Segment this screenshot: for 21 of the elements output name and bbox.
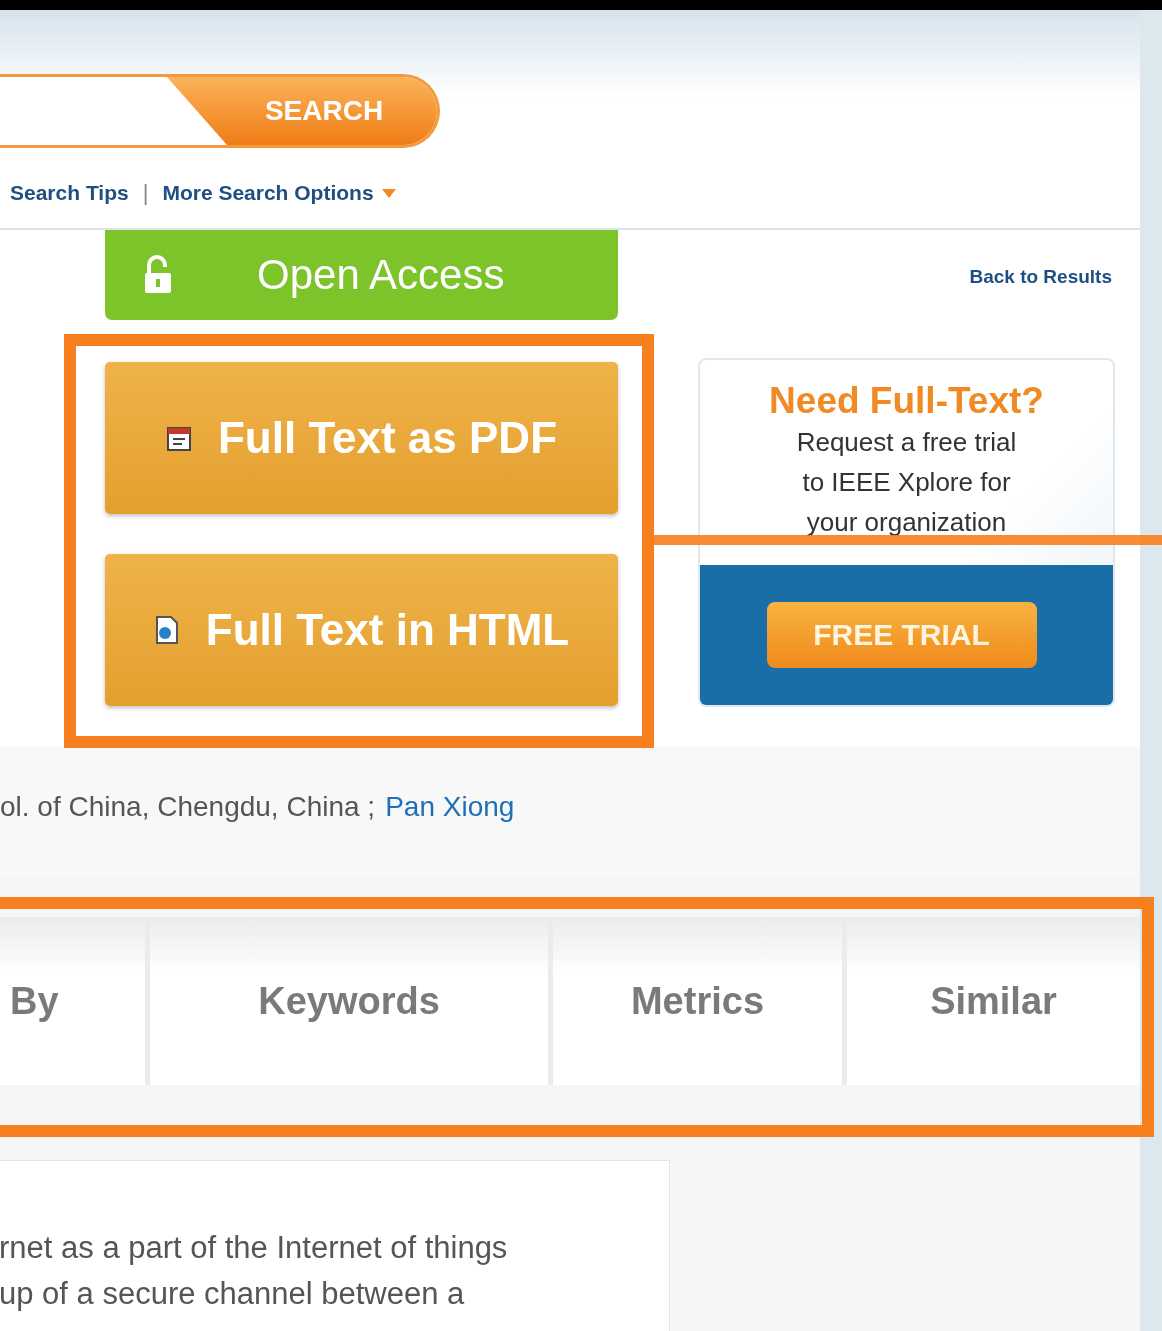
open-access-label: Open Access <box>257 251 505 299</box>
abstract-text-line: up of a secure channel between a <box>0 1275 466 1313</box>
search-options-link[interactable]: More Search Options <box>162 181 374 205</box>
promo-title: Need Full-Text? <box>769 380 1044 422</box>
tab[interactable]: By <box>0 917 145 1085</box>
tab[interactable]: Metrics <box>553 917 842 1085</box>
tab[interactable]: Similar <box>847 917 1140 1085</box>
abstract-text-line: rnet as a part of the Internet of things <box>0 1229 509 1267</box>
search-options-link[interactable]: Search Tips <box>10 181 129 205</box>
author-link[interactable]: Pan Xiong <box>385 791 515 823</box>
link-separator: | <box>142 180 149 206</box>
tab[interactable]: Keywords <box>150 917 548 1085</box>
author-affiliation-text: ol. of China, Chengdu, China ; <box>0 791 376 823</box>
promo-text-line: Request a free trial <box>796 426 1017 459</box>
promo-text-line: to IEEE Xplore for <box>802 466 1011 499</box>
promo-text-line: your organization <box>806 506 1007 539</box>
search-button[interactable]: SEARCH <box>167 77 437 145</box>
back-to-results-link[interactable]: Back to Results <box>969 266 1112 288</box>
search-field[interactable]: SEARCH <box>0 74 440 148</box>
web-page-icon <box>153 615 180 645</box>
document-icon <box>166 424 192 452</box>
